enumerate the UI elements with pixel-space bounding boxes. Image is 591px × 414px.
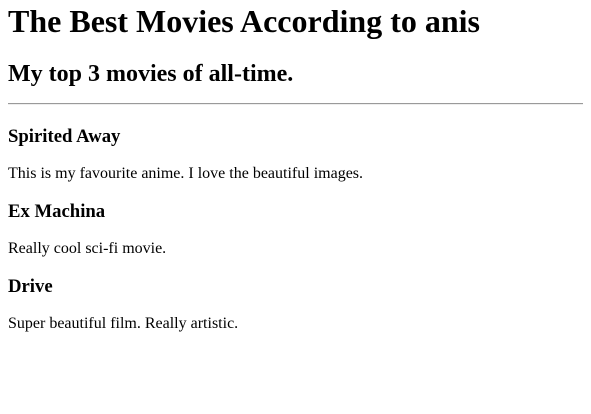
movie-item: Ex Machina Really cool sci-fi movie. xyxy=(8,201,583,258)
divider xyxy=(8,103,583,105)
movie-title: Drive xyxy=(8,276,53,297)
movie-item: Spirited Away This is my favourite anime… xyxy=(8,126,583,183)
page-content: The Best Movies According to anis My top… xyxy=(0,0,591,333)
movie-description: Super beautiful film. Really artistic. xyxy=(8,315,239,332)
movie-title: Ex Machina xyxy=(8,201,106,222)
movie-description: Really cool sci-fi movie. xyxy=(8,240,167,257)
movie-item: Drive Super beautiful film. Really artis… xyxy=(8,276,583,333)
page-title: The Best Movies According to anis xyxy=(8,3,480,39)
page-subtitle: My top 3 movies of all-time. xyxy=(8,61,294,87)
movie-description: This is my favourite anime. I love the b… xyxy=(8,165,364,182)
movie-title: Spirited Away xyxy=(8,126,121,147)
